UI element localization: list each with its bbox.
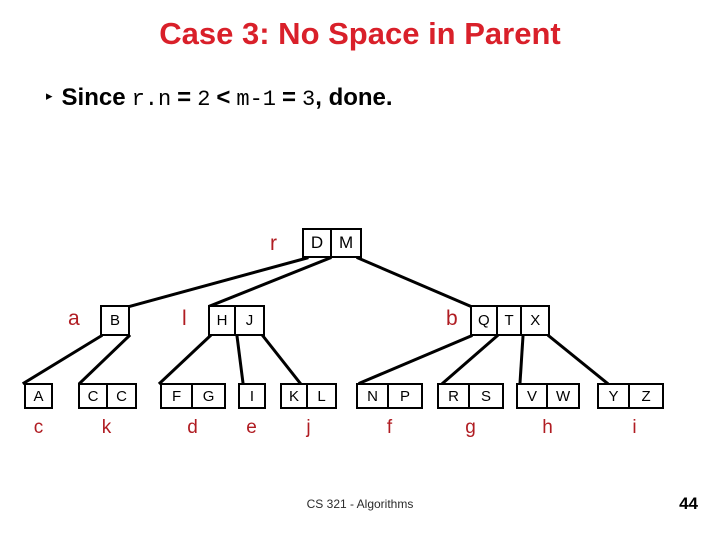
node-leaf-i: Y Z	[597, 383, 664, 409]
edge-root-to-b	[356, 256, 472, 308]
leaf-key-cell: L	[308, 385, 335, 407]
node-internal-l: H J	[208, 305, 265, 336]
internal-key-cell: H	[210, 307, 237, 334]
leaf-label-f: f	[386, 417, 393, 438]
leaf-key-cell: G	[193, 385, 224, 407]
node-leaf-j: K L	[280, 383, 337, 409]
leaf-label-i: i	[632, 417, 637, 438]
leaf-key-cell: A	[26, 385, 51, 407]
edge-b-to-f	[358, 334, 473, 385]
edge-b-to-h	[518, 334, 525, 385]
internal-key-cell: T	[497, 307, 523, 334]
leaf-label-e: e	[246, 417, 257, 438]
edge-b-to-i	[546, 333, 610, 386]
node-label-l: l	[182, 307, 187, 330]
node-label-a: a	[68, 307, 80, 330]
footer-course-label: CS 321 - Algorithms	[306, 497, 414, 511]
footer-page-number: 44	[679, 494, 698, 513]
node-label-b: b	[446, 307, 458, 330]
leaf-key-cell: W	[548, 385, 578, 407]
leaf-label-j: j	[306, 417, 311, 438]
node-internal-a: B	[100, 305, 130, 336]
leaf-label-g: g	[465, 417, 476, 438]
leaf-key-cell: C	[80, 385, 109, 407]
internal-key-cell: J	[236, 307, 263, 334]
leaf-key-cell: F	[162, 385, 194, 407]
leaf-label-k: k	[101, 417, 112, 438]
edge-l-to-d	[157, 333, 213, 386]
node-label-r: r	[270, 232, 277, 255]
node-leaf-h: V W	[516, 383, 580, 409]
node-leaf-e: I	[238, 383, 266, 409]
leaf-label-c: c	[33, 417, 44, 438]
leaf-key-cell: Z	[630, 385, 662, 407]
leaf-label-h: h	[542, 417, 553, 438]
internal-key-cell: X	[522, 307, 548, 334]
leaf-label-d: d	[187, 417, 198, 438]
leaf-key-cell: K	[282, 385, 309, 407]
leaf-key-cell: Y	[599, 385, 631, 407]
edge-l-to-e	[235, 334, 245, 385]
node-root: D M	[302, 228, 362, 258]
leaf-key-cell: C	[108, 385, 135, 407]
leaf-key-cell: N	[358, 385, 390, 407]
edge-l-to-j	[260, 333, 303, 386]
node-leaf-k: C C	[78, 383, 137, 409]
leaf-key-cell: I	[240, 385, 264, 407]
root-key-cell: M	[332, 230, 360, 256]
btree-diagram: r D M a B l H J b Q T X A c C C k F G d …	[0, 0, 720, 540]
node-leaf-f: N P	[356, 383, 423, 409]
internal-key-cell: B	[102, 307, 128, 334]
leaf-key-cell: V	[518, 385, 549, 407]
edge-root-to-l	[208, 256, 332, 308]
root-key-cell: D	[304, 230, 333, 256]
btree-edges	[21, 256, 610, 386]
node-leaf-g: R S	[437, 383, 504, 409]
node-leaf-d: F G	[160, 383, 226, 409]
internal-key-cell: Q	[472, 307, 498, 334]
leaf-key-cell: S	[470, 385, 502, 407]
edge-root-to-a	[129, 256, 309, 308]
slide-canvas: Case 3: No Space in Parent ▸ Since r.n =…	[0, 0, 720, 540]
leaf-key-cell: P	[389, 385, 421, 407]
node-leaf-c: A	[24, 383, 53, 409]
leaf-key-cell: R	[439, 385, 471, 407]
node-internal-b: Q T X	[470, 305, 550, 336]
